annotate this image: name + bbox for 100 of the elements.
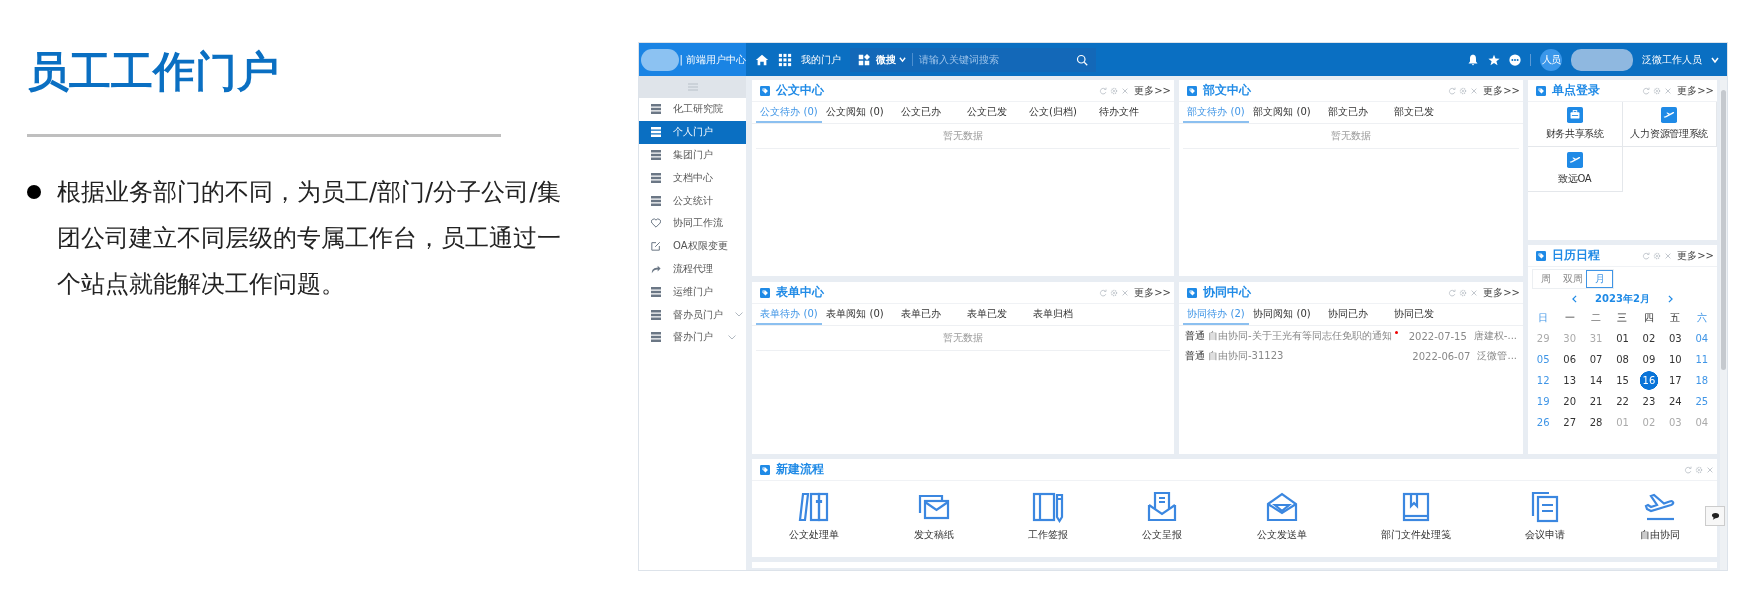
search-scope-dropdown[interactable]: 微搜 (876, 52, 906, 67)
flow-shortcut[interactable]: 会议申请 (1525, 491, 1566, 542)
settings-icon[interactable] (1459, 86, 1468, 95)
sidebar-item[interactable]: 督办门户 (639, 325, 746, 349)
sidebar-item[interactable]: 文档中心 (639, 166, 746, 190)
search-icon[interactable] (1076, 53, 1088, 66)
close-icon[interactable] (1121, 288, 1130, 297)
flow-shortcut[interactable]: 部门文件处理笺 (1381, 491, 1452, 542)
nav-link[interactable]: 我的门户 (801, 52, 841, 67)
close-icon[interactable] (1121, 86, 1130, 95)
next-icon[interactable] (1667, 295, 1673, 303)
flow-shortcut[interactable]: 公文处理单 (789, 491, 840, 542)
tab[interactable]: 公文(归档) (1020, 102, 1086, 123)
refresh-icon[interactable] (1642, 251, 1651, 260)
sidebar-item[interactable]: 运维门户 (639, 280, 746, 304)
tab[interactable]: 表单归档 (1020, 304, 1086, 325)
tab[interactable]: 公文阅知 (0) (822, 102, 888, 123)
calendar-day[interactable]: 08 (1609, 349, 1636, 370)
view-tab[interactable]: 双周 (1559, 270, 1587, 288)
sidebar-item[interactable]: 集团门户 (639, 143, 746, 167)
sidebar-item[interactable]: 流程代理 (639, 257, 746, 281)
close-icon[interactable] (1706, 465, 1714, 474)
tab[interactable]: 待办文件 (1086, 102, 1152, 123)
calendar-day[interactable]: 17 (1662, 370, 1689, 391)
calendar-day[interactable]: 22 (1609, 391, 1636, 412)
sso-tile[interactable]: 致远OA (1528, 147, 1623, 192)
settings-icon[interactable] (1695, 465, 1703, 474)
star-icon[interactable] (1488, 53, 1500, 66)
calendar-day[interactable]: 07 (1582, 349, 1610, 370)
view-tab[interactable]: 周 (1533, 270, 1560, 288)
sidebar-item[interactable]: 个人门户 (639, 120, 746, 144)
calendar-day[interactable]: 10 (1662, 349, 1689, 370)
close-icon[interactable] (1664, 251, 1673, 260)
tab[interactable]: 部文已发 (1381, 102, 1447, 123)
previous-icon[interactable] (1572, 295, 1578, 303)
settings-icon[interactable] (1653, 86, 1662, 95)
tab[interactable]: 公文已办 (888, 102, 954, 123)
refresh-icon[interactable] (1099, 86, 1108, 95)
tab[interactable]: 表单已办 (888, 304, 954, 325)
chat-button[interactable] (1705, 506, 1725, 526)
settings-icon[interactable] (1459, 288, 1468, 297)
sidebar-item[interactable]: OA权限变更 (639, 234, 746, 258)
close-icon[interactable] (1664, 86, 1673, 95)
calendar-day[interactable]: 23 (1635, 391, 1663, 412)
refresh-icon[interactable] (1642, 86, 1651, 95)
sso-tile[interactable]: 财务共享系统 (1528, 102, 1623, 147)
flow-shortcut[interactable]: 自由协同 (1639, 491, 1680, 542)
apps-icon[interactable] (858, 53, 870, 66)
settings-icon[interactable] (1653, 251, 1662, 260)
sso-tile[interactable]: 人力资源管理系统 (1622, 102, 1717, 147)
refresh-icon[interactable] (1448, 86, 1457, 95)
flow-shortcut[interactable]: 发文稿纸 (913, 491, 954, 542)
close-icon[interactable] (1470, 86, 1479, 95)
more-icon[interactable] (1509, 53, 1521, 66)
settings-icon[interactable] (1110, 86, 1119, 95)
calendar-day[interactable]: 06 (1556, 349, 1583, 370)
list-row[interactable]: 普通 自由协同-关于王光有等同志任免职的通知 2022-07-15 唐建权-... (1179, 326, 1523, 346)
more-link[interactable]: 更多>> (1483, 285, 1520, 300)
sidebar-item[interactable]: 公文统计 (639, 189, 746, 212)
tab[interactable]: 部文阅知 (0) (1249, 102, 1315, 123)
tab[interactable]: 协同阅知 (0) (1249, 304, 1315, 325)
more-link[interactable]: 更多>> (1134, 285, 1171, 300)
refresh-icon[interactable] (1684, 465, 1692, 474)
calendar-day[interactable]: 09 (1635, 349, 1663, 370)
calendar-day[interactable]: 28 (1582, 412, 1610, 433)
search-field[interactable]: 微搜 请输入关键词搜索 (850, 47, 1096, 72)
calendar-day[interactable]: 15 (1609, 370, 1636, 391)
chevron-icon[interactable] (735, 312, 743, 318)
calendar-day[interactable]: 20 (1556, 391, 1583, 412)
more-link[interactable]: 更多>> (1677, 83, 1714, 98)
list-row[interactable]: 普通 自由协同-31123 2022-06-07 泛微管... (1179, 346, 1523, 366)
caret-icon[interactable] (1711, 55, 1719, 64)
tab[interactable]: 部文已办 (1315, 102, 1381, 123)
flow-shortcut[interactable]: 公文呈报 (1142, 491, 1183, 542)
calendar-day[interactable]: 24 (1662, 391, 1689, 412)
calendar-day[interactable]: 02 (1635, 328, 1663, 349)
sidebar-item[interactable]: 协同工作流 (639, 212, 746, 235)
sidebar-item[interactable]: 督办员门户 (639, 303, 746, 326)
more-link[interactable]: 更多>> (1677, 248, 1714, 263)
user-name[interactable]: 泛微工作人员 (1642, 52, 1702, 67)
more-link[interactable]: 更多>> (1483, 83, 1520, 98)
tab[interactable]: 表单已发 (954, 304, 1020, 325)
close-icon[interactable] (1470, 288, 1479, 297)
caret-icon[interactable] (899, 56, 906, 63)
scrollbar[interactable] (1720, 80, 1727, 570)
refresh-icon[interactable] (1448, 288, 1457, 297)
tab[interactable]: 表单阅知 (0) (822, 304, 888, 325)
settings-icon[interactable] (1110, 288, 1119, 297)
home-icon[interactable] (755, 52, 769, 67)
tab[interactable]: 公文已发 (954, 102, 1020, 123)
sidebar-item[interactable]: 化工研究院 (639, 98, 746, 121)
tab[interactable]: 协同已发 (1381, 304, 1447, 325)
calendar-day[interactable]: 14 (1582, 370, 1610, 391)
chevron-icon[interactable] (728, 334, 736, 340)
flow-shortcut[interactable]: 工作签报 (1027, 491, 1068, 542)
more-link[interactable]: 更多>> (1134, 83, 1171, 98)
calendar-day[interactable]: 01 (1609, 328, 1636, 349)
grid-icon[interactable] (778, 52, 792, 67)
calendar-day[interactable]: 03 (1662, 328, 1689, 349)
flow-shortcut[interactable]: 公文发送单 (1256, 491, 1307, 542)
